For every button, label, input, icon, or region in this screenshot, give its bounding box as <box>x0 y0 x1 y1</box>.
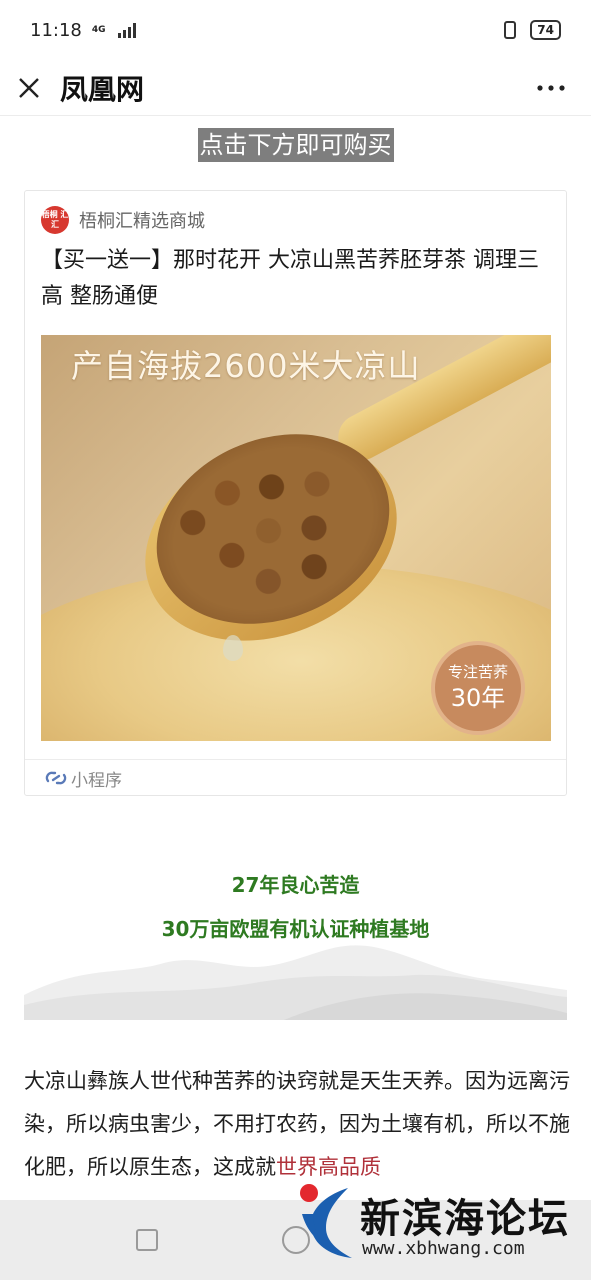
shop-name: 梧桐汇精选商城 <box>79 211 205 232</box>
forum-logo-icon <box>300 1184 352 1258</box>
close-button[interactable] <box>0 60 58 116</box>
buy-hint-wrap: 点击下方即可购买 <box>0 128 591 162</box>
watermark-url: www.xbhwang.com <box>362 1238 525 1259</box>
product-image[interactable]: 产自海拔2600米大凉山 专注苦荞 30年 <box>41 335 551 741</box>
mini-program-card[interactable]: 梧桐 汇汇 梧桐汇精选商城 【买一送一】那时花开 大凉山黑苦荞胚芽茶 调理三高 … <box>24 190 567 796</box>
image-seal-badge: 专注苦荞 30年 <box>431 641 525 735</box>
more-dots-icon <box>537 85 565 91</box>
vibrate-icon <box>504 21 517 39</box>
status-time: 11:18 <box>30 19 82 41</box>
more-button[interactable] <box>531 70 571 106</box>
page-title: 凤凰网 <box>60 72 145 106</box>
article-paragraph: 大凉山彝族人世代种苦荞的诀窍就是天生天养。因为远离污染，所以病虫害少，不用打农药… <box>24 1060 572 1189</box>
signal-icon <box>117 22 136 38</box>
status-right: 74 <box>504 20 561 40</box>
section-heading-1: 27年良心苦造 <box>231 873 360 897</box>
seal-line1: 专注苦荞 <box>447 663 508 681</box>
link-icon <box>45 771 67 785</box>
close-icon <box>19 77 39 98</box>
mini-program-label: 小程序 <box>71 770 122 791</box>
article-highlight: 世界高品质 <box>276 1155 381 1179</box>
card-header: 梧桐 汇汇 梧桐汇精选商城 <box>41 206 205 234</box>
recent-apps-button[interactable] <box>136 1229 158 1251</box>
nav-bar: 凤凰网 <box>0 60 591 116</box>
tea-drop-graphic <box>223 635 243 661</box>
card-footer: 小程序 <box>25 759 566 796</box>
image-headline: 产自海拔2600米大凉山 <box>71 347 421 385</box>
buy-hint: 点击下方即可购买 <box>197 128 394 162</box>
watermark-name: 新滨海论坛 <box>360 1196 570 1242</box>
shop-logo: 梧桐 汇汇 <box>41 206 69 234</box>
seal-line2: 30年 <box>450 684 506 712</box>
network-type: 4G <box>91 25 106 35</box>
battery-indicator: 74 <box>530 20 561 40</box>
card-title: 【买一送一】那时花开 大凉山黑苦荞胚芽茶 调理三高 整肠通便 <box>41 248 539 309</box>
mountain-decoration <box>24 945 567 1020</box>
status-left: 11:18 4G <box>30 20 136 41</box>
status-bar: 11:18 4G 74 <box>0 0 591 60</box>
